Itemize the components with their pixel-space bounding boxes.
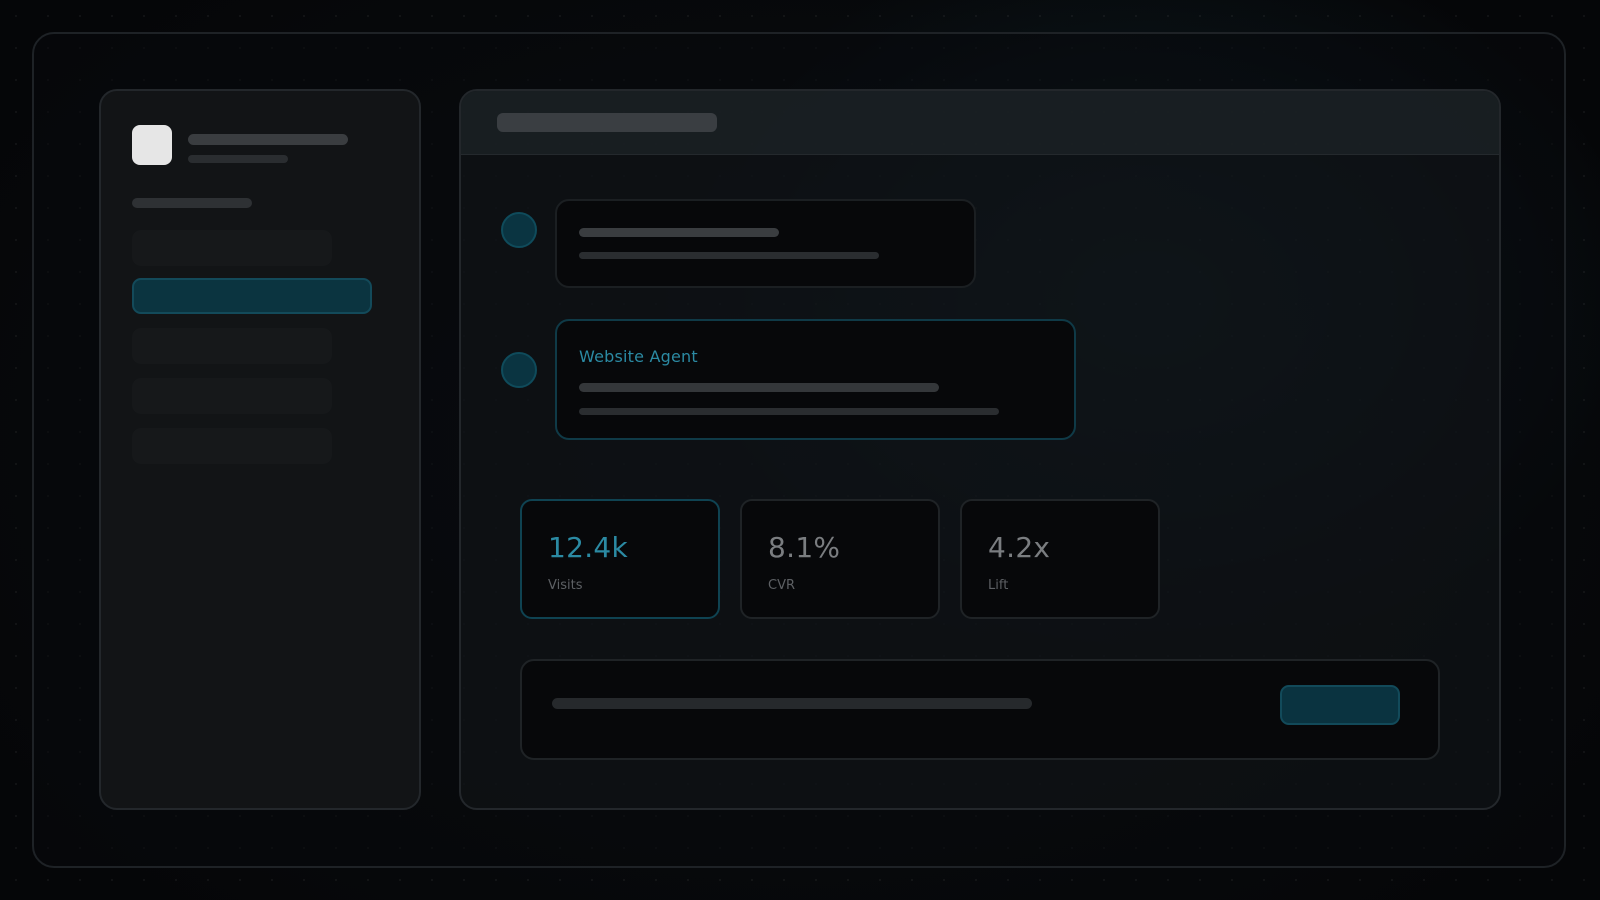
message-input-bar[interactable] (520, 659, 1440, 760)
agent-message-bubble: Website Agent (555, 319, 1076, 440)
agent-sender-name: Website Agent (579, 347, 698, 366)
user-avatar-icon (501, 212, 537, 248)
sidebar-item-3[interactable] (132, 328, 332, 364)
stat-card-visits[interactable]: 12.4k Visits (520, 499, 720, 619)
stat-value: 8.1% (768, 531, 841, 564)
stat-value: 12.4k (548, 531, 629, 564)
sidebar (99, 89, 421, 810)
app-logo-icon[interactable] (132, 125, 172, 165)
sidebar-item-2-active[interactable] (132, 278, 372, 314)
sidebar-item-4[interactable] (132, 378, 332, 414)
send-button[interactable] (1280, 685, 1400, 725)
brand-subtitle-placeholder (188, 155, 288, 163)
agent-message-line-1 (579, 383, 939, 392)
page-title-placeholder (497, 113, 717, 132)
stat-label: CVR (768, 578, 796, 593)
user-message-bubble (555, 199, 976, 288)
stat-label: Lift (988, 578, 1009, 593)
user-message-line-1 (579, 228, 779, 237)
stat-card-cvr[interactable]: 8.1% CVR (740, 499, 940, 619)
stat-value: 4.2x (988, 531, 1051, 564)
message-input-placeholder (552, 698, 1032, 709)
brand-name-placeholder (188, 134, 348, 145)
app-stage: Website Agent 12.4k Visits 8.1% CVR 4.2x… (0, 0, 1600, 900)
sidebar-section-label-placeholder (132, 198, 252, 208)
main-header (461, 91, 1499, 155)
user-message-line-2 (579, 252, 879, 259)
agent-message-line-2 (579, 408, 999, 415)
sidebar-item-5[interactable] (132, 428, 332, 464)
stat-label: Visits (548, 578, 583, 593)
stat-card-lift[interactable]: 4.2x Lift (960, 499, 1160, 619)
agent-avatar-icon (501, 352, 537, 388)
sidebar-item-1[interactable] (132, 230, 332, 266)
